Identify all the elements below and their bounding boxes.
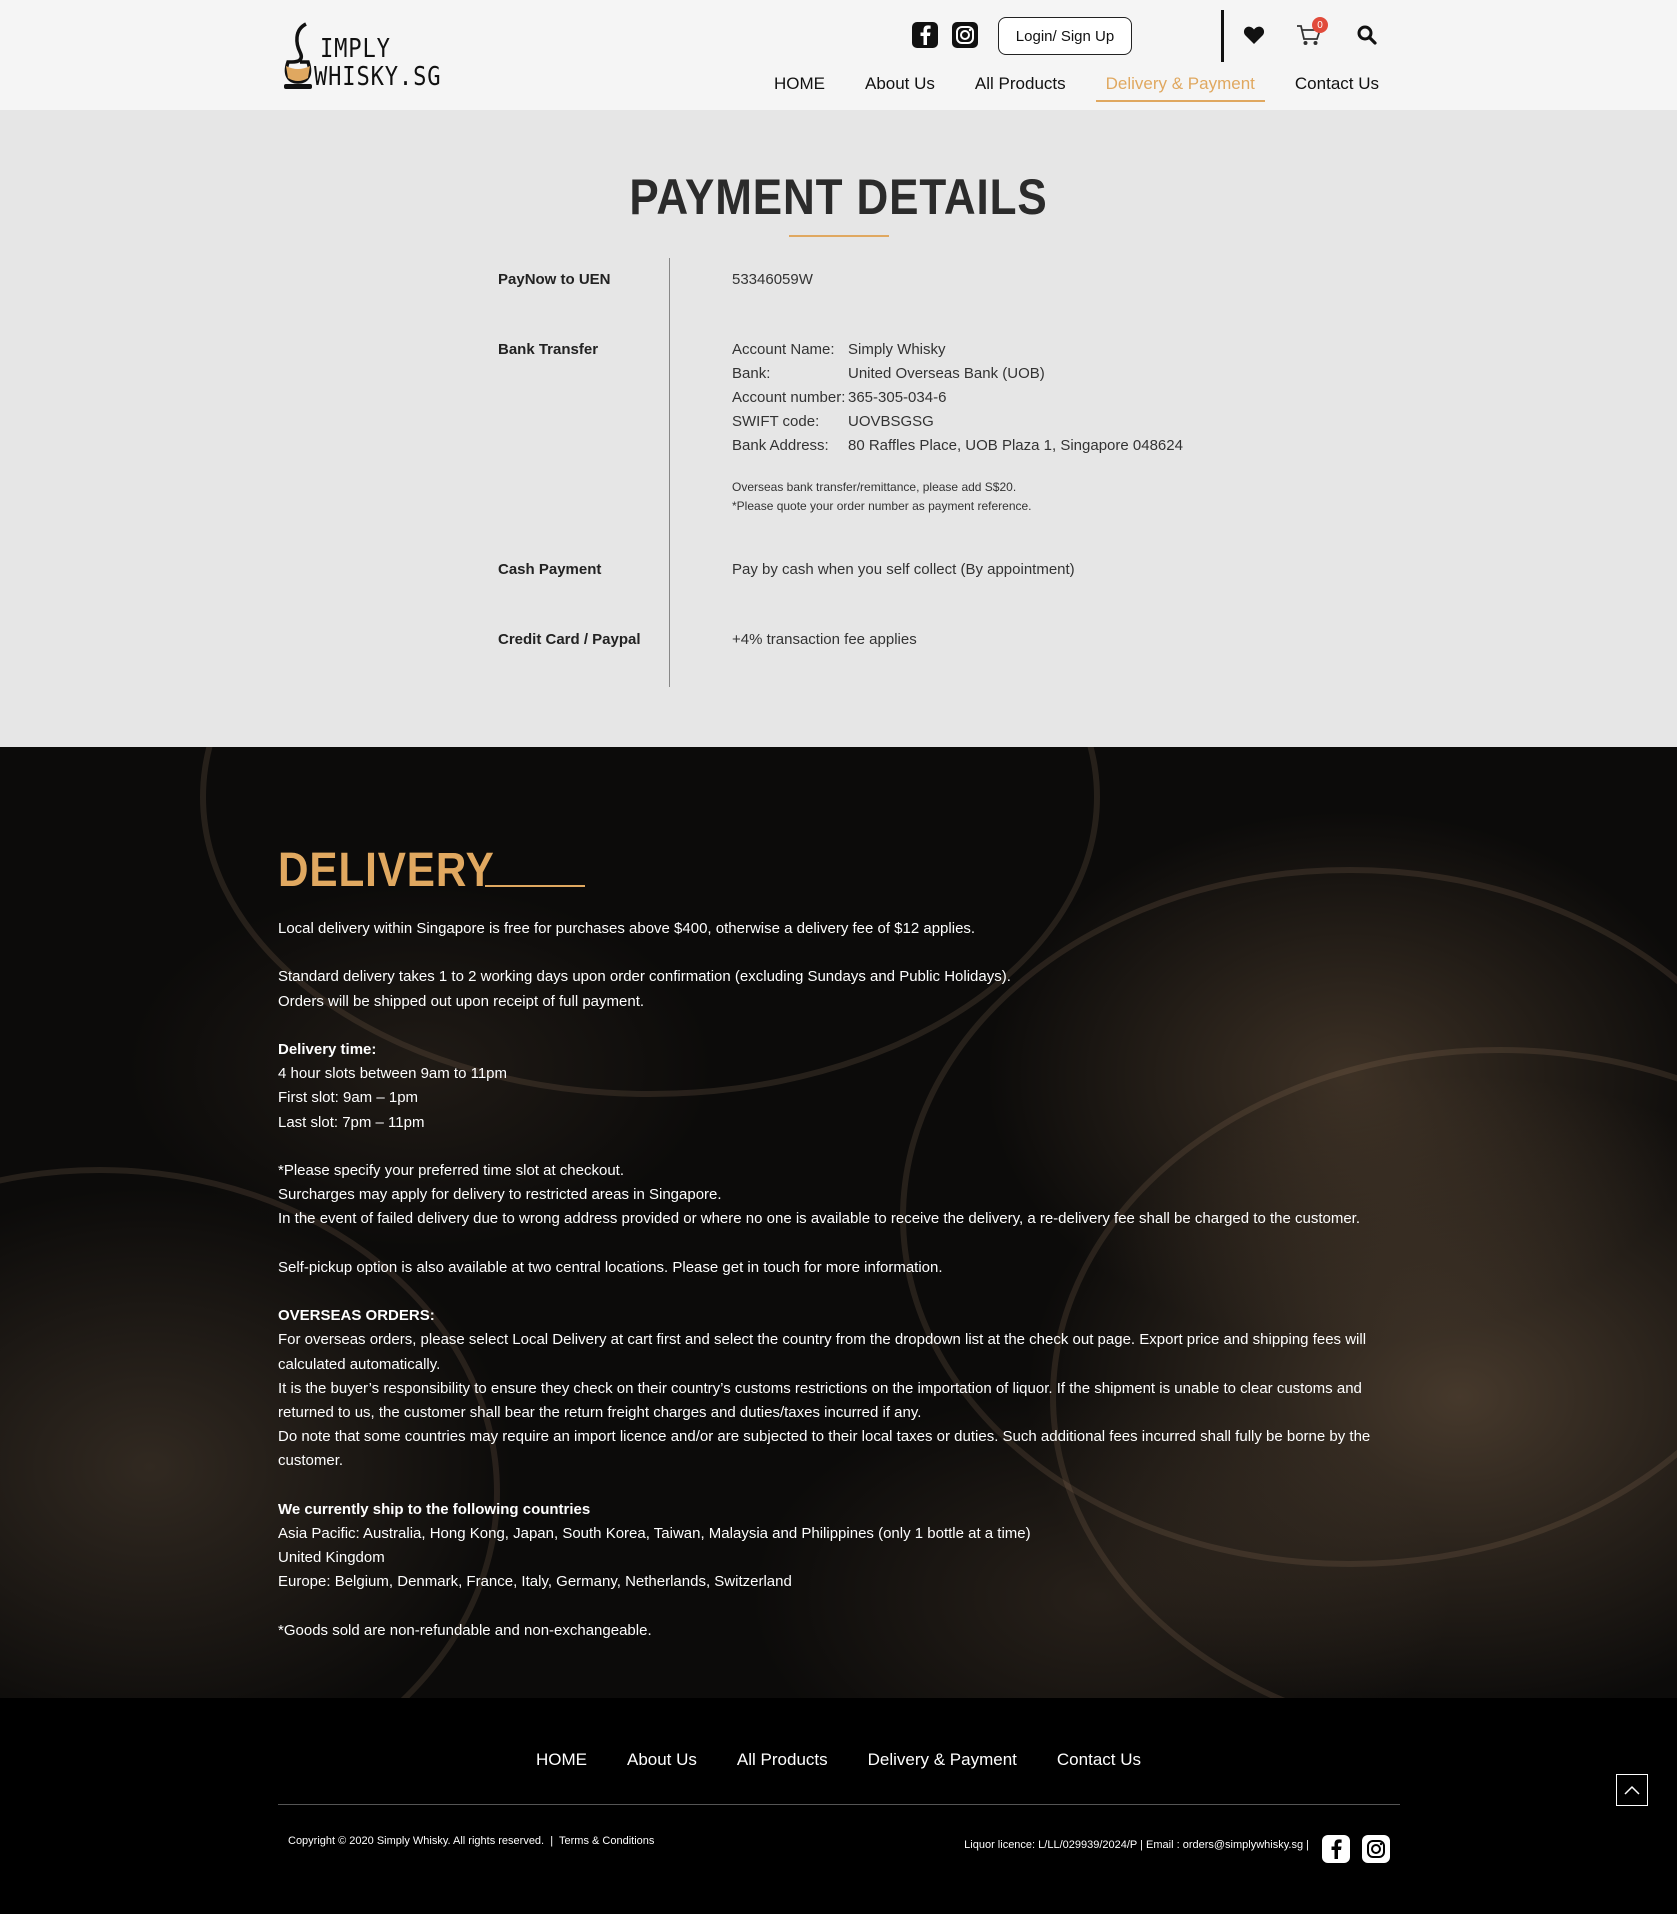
separator: | (547, 1835, 557, 1847)
chevron-up-icon (1624, 1785, 1640, 1795)
copyright-text: Copyright © 2020 Simply Whisky. All righ… (288, 1835, 654, 1847)
payment-column-divider (669, 258, 670, 687)
header-divider (1221, 10, 1224, 62)
instagram-icon[interactable] (952, 22, 978, 48)
footer-nav-about-us[interactable]: About Us (627, 1750, 697, 1770)
licence-email-text: Liquor licence: L/LL/029939/2024/P | Ema… (964, 1839, 1309, 1851)
cash-payment-value: Pay by cash when you self collect (By ap… (732, 561, 1075, 578)
delivery-title-line (485, 885, 585, 887)
footer-nav-home[interactable]: HOME (536, 1750, 587, 1770)
footer-nav-delivery-payment[interactable]: Delivery & Payment (868, 1750, 1017, 1770)
cart-count-badge: 0 (1312, 17, 1328, 33)
nav-delivery-payment[interactable]: Delivery & Payment (1095, 74, 1265, 102)
credit-card-label: Credit Card / Paypal (498, 631, 641, 648)
main-nav: HOME About Us All Products Delivery & Pa… (744, 74, 1389, 102)
overseas-orders-block: OVERSEAS ORDERS: For overseas orders, ple… (278, 1307, 1371, 1470)
nav-contact-us[interactable]: Contact Us (1285, 74, 1389, 102)
login-signup-button[interactable]: Login/ Sign Up (998, 17, 1132, 55)
delivery-notes-block: *Please specify your preferred time slot… (278, 1161, 1361, 1228)
facebook-icon[interactable] (912, 22, 938, 48)
paynow-label: PayNow to UEN (498, 271, 611, 288)
bank-row-account-number: Account number: 365-305-034-6 (732, 389, 947, 406)
nav-about-us[interactable]: About Us (855, 74, 945, 102)
glass-logo-icon (284, 22, 312, 89)
overseas-transfer-note: Overseas bank transfer/remittance, pleas… (732, 480, 1017, 494)
nav-home[interactable]: HOME (764, 74, 835, 102)
bank-row-address: Bank Address: 80 Raffles Place, UOB Plaza… (732, 437, 1183, 454)
delivery-title: DELIVERY (278, 844, 495, 897)
delivery-time-block: Delivery time: 4 hour slots between 9am t… (278, 1040, 508, 1131)
non-refundable-text: *Goods sold are non-refundable and non-e… (278, 1621, 652, 1639)
bank-row-swift: SWIFT code: UOVBSGSG (732, 413, 934, 430)
footer-nav: HOME About Us All Products Delivery & Pa… (0, 1750, 1677, 1770)
cash-payment-label: Cash Payment (498, 561, 602, 578)
search-icon[interactable] (1356, 24, 1378, 46)
site-footer: HOME About Us All Products Delivery & Pa… (0, 1698, 1677, 1914)
delivery-fee-text: Local delivery within Singapore is free … (278, 920, 976, 937)
bank-row-bank: Bank: United Overseas Bank (UOB) (732, 365, 1045, 382)
bank-transfer-label: Bank Transfer (498, 341, 599, 358)
footer-nav-contact-us[interactable]: Contact Us (1057, 1750, 1141, 1770)
terms-link[interactable]: Terms & Conditions (559, 1835, 654, 1847)
paynow-uen-value: 53346059W (732, 271, 813, 288)
footer-divider (278, 1804, 1400, 1805)
logo[interactable]: IMPLY WHISKY.SG (278, 20, 441, 92)
delivery-section: DELIVERY Local delivery within Singapore… (0, 747, 1677, 1698)
credit-card-value: +4% transaction fee applies (732, 631, 917, 648)
instagram-icon[interactable] (1362, 1835, 1390, 1863)
self-pickup-text: Self-pickup option is also available at … (278, 1258, 943, 1276)
logo-text-line2: WHISKY.SG (314, 62, 442, 92)
footer-nav-all-products[interactable]: All Products (737, 1750, 828, 1770)
title-underline (789, 235, 889, 237)
ship-countries-block: We currently ship to the following count… (278, 1500, 1031, 1591)
delivery-body: Local delivery within Singapore is free … (278, 917, 1398, 1667)
bank-row-account-name: Account Name: Simply Whisky (732, 341, 946, 358)
copyright-label: Copyright © 2020 Simply Whisky. All righ… (288, 1835, 545, 1847)
payment-title: PAYMENT DETAILS (629, 169, 1048, 225)
site-header: IMPLY WHISKY.SG Login/ Sign Up 0 HOME Ab… (0, 0, 1677, 110)
heart-icon[interactable] (1243, 25, 1265, 45)
logo-text-line1: IMPLY (320, 34, 391, 64)
delivery-standard-text: Standard delivery takes 1 to 2 working d… (278, 968, 1011, 1010)
back-to-top-button[interactable] (1616, 1774, 1648, 1806)
order-reference-note: *Please quote your order number as payme… (732, 499, 1032, 513)
nav-all-products[interactable]: All Products (965, 74, 1076, 102)
payment-details-section: PAYMENT DETAILS PayNow to UEN 53346059W … (0, 110, 1677, 747)
facebook-icon[interactable] (1322, 1835, 1350, 1863)
